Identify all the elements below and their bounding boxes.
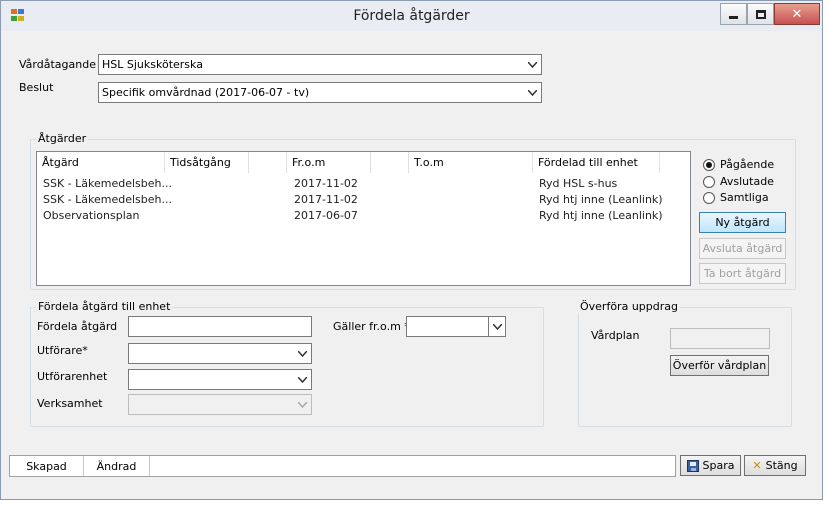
cell-atgard: SSK - Läkemedelsbeh... [43, 193, 172, 206]
spara-label: Spara [702, 459, 735, 472]
utforarenhet-select[interactable] [128, 369, 312, 390]
minimize-icon [729, 15, 738, 19]
avsluta-atgard-button[interactable]: Avsluta åtgärd [699, 238, 786, 259]
chevron-down-icon [294, 395, 311, 414]
chevron-down-icon [524, 55, 541, 74]
vardatagande-label: Vårdåtagande [19, 58, 96, 71]
cell-enhet: Ryd htj inne (Leanlink) [539, 209, 663, 222]
chevron-down-icon [294, 344, 311, 363]
status-andrad: Ändrad [84, 456, 150, 476]
cell-from: 2017-11-02 [294, 177, 358, 190]
title-bar: Fördela åtgärder ✕ [1, 1, 822, 31]
fordela-atgard-field[interactable] [128, 316, 312, 337]
overfora-group-title: Överföra uppdrag [578, 300, 680, 313]
fordela-group-title: Fördela åtgärd till enhet [36, 300, 173, 313]
column-header-spacer [249, 152, 287, 173]
maximize-button[interactable] [747, 3, 774, 25]
minimize-button[interactable] [720, 3, 747, 25]
verksamhet-label: Verksamhet [37, 397, 103, 410]
radio-pagaende-label: Pågående [720, 158, 775, 171]
overfor-vardplan-button[interactable]: Överför vårdplan [670, 355, 769, 376]
stang-button[interactable]: ✕ Stäng [744, 455, 806, 476]
cell-from: 2017-11-02 [294, 193, 358, 206]
beslut-value: Specifik omvårdnad (2017-06-07 - tv) [102, 86, 310, 99]
utforarenhet-label: Utförarenhet [37, 370, 108, 383]
cell-atgard: SSK - Läkemedelsbeh... [43, 177, 172, 190]
atgarder-list[interactable]: Åtgärd Tidsåtgång Fr.o.m T.o.m Fördelad … [36, 151, 691, 286]
radio-samtliga-label: Samtliga [720, 191, 769, 204]
column-header-atgard[interactable]: Åtgärd [37, 152, 165, 173]
radio-selected-icon [703, 158, 715, 171]
stang-label: Stäng [765, 459, 798, 472]
status-bar: Skapad Ändrad [9, 455, 676, 477]
save-disk-icon [686, 459, 699, 472]
close-x-icon: ✕ [752, 459, 762, 472]
column-header-tidsatgang[interactable]: Tidsåtgång [165, 152, 249, 173]
ta-bort-atgard-button[interactable]: Ta bort åtgärd [699, 263, 786, 284]
radio-unselected-icon [703, 191, 715, 204]
radio-pagaende[interactable]: Pågående [703, 158, 774, 171]
galler-from-label: Gäller fr.o.m * [333, 320, 410, 333]
utforare-select[interactable] [128, 343, 312, 364]
radio-unselected-icon [703, 175, 715, 188]
chevron-down-icon [294, 370, 311, 389]
chevron-down-icon [524, 83, 541, 102]
vardatagande-select[interactable]: HSL Sjuksköterska [98, 54, 542, 75]
vardatagande-value: HSL Sjuksköterska [102, 58, 203, 71]
status-info [150, 456, 675, 476]
column-header-spacer [371, 152, 409, 173]
utforare-label: Utförare* [37, 344, 88, 357]
fordela-atgard-label: Fördela åtgärd [37, 320, 118, 333]
fordela-atgarder-window: Fördela åtgärder ✕ Vårdåtagande HSL Sjuk… [0, 0, 823, 500]
cell-atgard: Observationsplan [43, 209, 140, 222]
spara-button[interactable]: Spara [680, 455, 741, 476]
atgarder-group-title: Åtgärder [36, 132, 89, 145]
cell-enhet: Ryd HSL s-hus [539, 177, 618, 190]
beslut-label: Beslut [19, 81, 54, 94]
radio-avslutade[interactable]: Avslutade [703, 175, 774, 188]
close-icon: ✕ [791, 6, 803, 22]
vardplan-field[interactable] [670, 328, 770, 349]
column-header-from[interactable]: Fr.o.m [287, 152, 371, 173]
calendar-dropdown-icon[interactable] [488, 317, 505, 336]
cell-enhet: Ryd htj inne (Leanlink) [539, 193, 663, 206]
verksamhet-select[interactable] [128, 394, 312, 415]
cell-from: 2017-06-07 [294, 209, 358, 222]
vardplan-label: Vårdplan [591, 329, 640, 342]
column-header-tom[interactable]: T.o.m [409, 152, 533, 173]
radio-samtliga[interactable]: Samtliga [703, 191, 769, 204]
ny-atgard-button[interactable]: Ny åtgärd [699, 212, 786, 233]
beslut-select[interactable]: Specifik omvårdnad (2017-06-07 - tv) [98, 82, 542, 103]
status-skapad: Skapad [10, 456, 84, 476]
column-header-enhet[interactable]: Fördelad till enhet [533, 152, 660, 173]
close-button[interactable]: ✕ [774, 3, 820, 25]
maximize-icon [755, 9, 766, 19]
galler-from-datepicker[interactable] [406, 316, 506, 337]
window-title: Fördela åtgärder [353, 8, 470, 24]
radio-avslutade-label: Avslutade [720, 175, 774, 188]
